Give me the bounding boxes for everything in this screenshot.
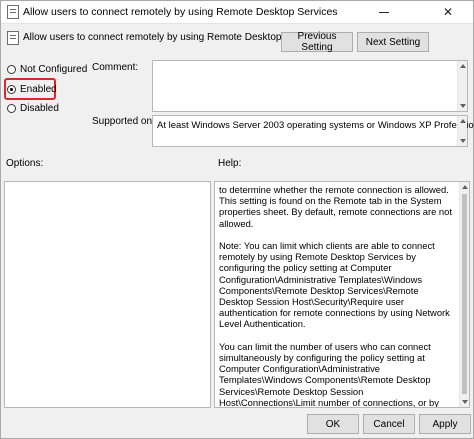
- radio-enabled[interactable]: Enabled: [7, 82, 57, 96]
- comment-label: Comment:: [92, 62, 139, 73]
- radio-circle-not-configured[interactable]: [7, 64, 16, 74]
- help-scroll-thumb[interactable]: [462, 194, 467, 394]
- scroll-down-arrow-icon[interactable]: [460, 104, 466, 108]
- title-bar[interactable]: Allow users to connect remotely by using…: [1, 1, 473, 24]
- supported-on-label: Supported on:: [92, 116, 155, 127]
- help-panel: to determine whether the remote connecti…: [214, 181, 470, 408]
- previous-setting-button[interactable]: Previous Setting: [281, 31, 353, 53]
- supported-on-value: At least Windows Server 2003 operating s…: [157, 120, 474, 131]
- help-paragraph: You can limit the number of users who ca…: [219, 340, 439, 408]
- radio-circle-disabled[interactable]: [7, 103, 16, 113]
- cancel-button[interactable]: Cancel: [363, 414, 415, 434]
- comment-textarea[interactable]: [152, 60, 468, 112]
- radio-disabled[interactable]: Disabled: [7, 101, 59, 115]
- next-setting-button[interactable]: Next Setting: [357, 32, 429, 52]
- help-paragraph: to determine whether the remote connecti…: [219, 184, 452, 229]
- radio-circle-enabled[interactable]: [7, 84, 16, 94]
- scroll-down-arrow-icon[interactable]: [460, 139, 466, 143]
- close-button[interactable]: ✕: [427, 1, 469, 23]
- ok-button[interactable]: OK: [307, 414, 359, 434]
- scroll-up-arrow-icon[interactable]: [460, 64, 466, 68]
- help-scrollbar[interactable]: [459, 182, 469, 407]
- policy-dialog: Allow users to connect remotely by using…: [0, 0, 474, 439]
- radio-label-not-configured: Not Configured: [20, 63, 88, 75]
- window-title: Allow users to connect remotely by using…: [23, 6, 338, 18]
- help-text: to determine whether the remote connecti…: [219, 184, 455, 408]
- help-paragraph: Note: You can limit which clients are ab…: [219, 240, 450, 330]
- policy-setting-icon: [7, 31, 19, 45]
- help-label: Help:: [218, 158, 242, 169]
- minimize-icon: [379, 11, 389, 13]
- scroll-up-arrow-icon[interactable]: [462, 185, 468, 189]
- options-panel: [4, 181, 211, 408]
- scroll-up-arrow-icon[interactable]: [460, 119, 466, 123]
- policy-document-icon: [7, 5, 19, 19]
- comment-scrollbar[interactable]: [457, 61, 467, 111]
- radio-label-enabled: Enabled: [20, 83, 57, 95]
- supported-scrollbar[interactable]: [457, 116, 467, 146]
- policy-name: Allow users to connect remotely by using…: [23, 32, 323, 43]
- options-label: Options:: [6, 158, 44, 169]
- minimize-button[interactable]: [363, 1, 405, 23]
- radio-not-configured[interactable]: Not Configured: [7, 62, 87, 76]
- supported-on-field: At least Windows Server 2003 operating s…: [152, 115, 474, 147]
- scroll-down-arrow-icon[interactable]: [462, 400, 468, 404]
- radio-label-disabled: Disabled: [20, 102, 59, 114]
- apply-button[interactable]: Apply: [419, 414, 471, 434]
